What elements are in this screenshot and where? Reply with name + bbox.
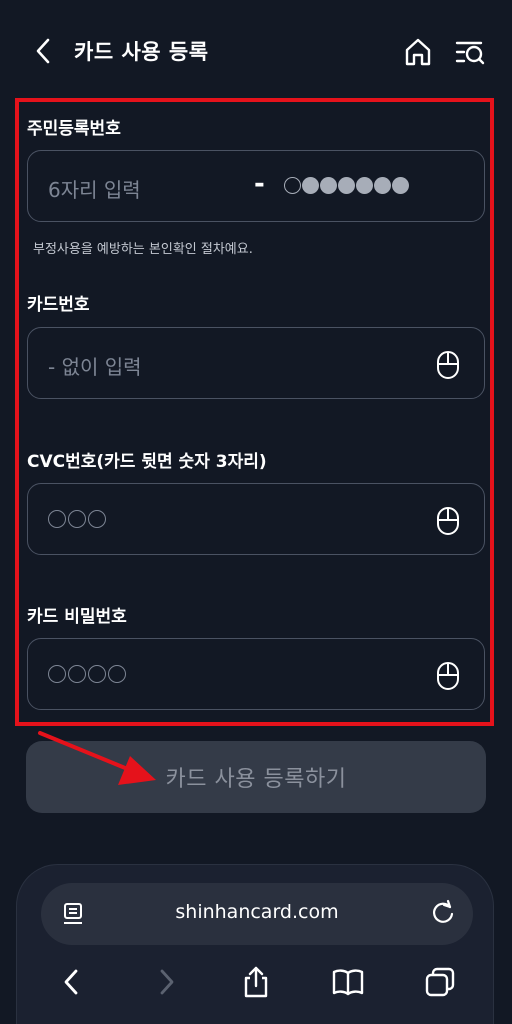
card-number-field[interactable]: - 없이 입력 (27, 327, 485, 399)
placeholder-circle (48, 510, 66, 528)
rrn-dash: - (254, 169, 265, 199)
home-icon (405, 38, 431, 66)
placeholder-circle (68, 665, 86, 683)
tabs-icon[interactable] (423, 965, 457, 999)
mouse-icon[interactable] (436, 350, 460, 380)
cvc-placeholder-circles (48, 510, 106, 528)
masked-digit (320, 177, 337, 194)
card-password-label: 카드 비밀번호 (27, 607, 127, 627)
masked-digit (356, 177, 373, 194)
rrn-placeholder: 6자리 입력 (48, 178, 141, 202)
rrn-helper-text: 부정사용을 예방하는 본인확인 절차예요. (33, 242, 253, 257)
placeholder-circle (48, 665, 66, 683)
card-number-placeholder: - 없이 입력 (48, 355, 142, 379)
chevron-left-icon (36, 38, 50, 64)
card-password-field[interactable] (27, 638, 485, 710)
cvc-field[interactable] (27, 483, 485, 555)
page-title: 카드 사용 등록 (74, 40, 209, 64)
password-placeholder-circles (48, 665, 126, 683)
masked-digit (392, 177, 409, 194)
forward-arrow-icon[interactable] (149, 965, 183, 999)
menu-search-button[interactable] (452, 34, 488, 70)
masked-digit (302, 177, 319, 194)
address-bar[interactable]: shinhancard.com (41, 883, 473, 945)
rrn-back-masked-digits (284, 177, 409, 194)
app-header: 카드 사용 등록 (0, 0, 512, 100)
browser-nav-row (17, 957, 495, 1013)
placeholder-circle (108, 665, 126, 683)
home-button[interactable] (400, 34, 436, 70)
mouse-icon[interactable] (436, 506, 460, 536)
menu-search-icon (455, 41, 485, 65)
mouse-icon[interactable] (436, 661, 460, 691)
rrn-label: 주민등록번호 (27, 119, 121, 139)
reload-icon[interactable] (429, 899, 457, 927)
share-icon[interactable] (239, 965, 273, 999)
masked-digit (338, 177, 355, 194)
masked-digit (374, 177, 391, 194)
back-button[interactable] (28, 34, 58, 68)
card-number-label: 카드번호 (27, 295, 90, 315)
masked-digit-empty (284, 177, 301, 194)
browser-toolbar: shinhancard.com (16, 864, 494, 1024)
register-card-button[interactable]: 카드 사용 등록하기 (26, 741, 486, 813)
rrn-field[interactable]: 6자리 입력 - (27, 150, 485, 222)
placeholder-circle (88, 510, 106, 528)
url-text: shinhancard.com (175, 901, 339, 923)
placeholder-circle (68, 510, 86, 528)
register-card-button-label: 카드 사용 등록하기 (165, 767, 347, 792)
back-arrow-icon[interactable] (55, 965, 89, 999)
bookmarks-icon[interactable] (331, 965, 365, 999)
cvc-label: CVC번호(카드 뒷면 숫자 3자리) (27, 452, 267, 472)
placeholder-circle (88, 665, 106, 683)
